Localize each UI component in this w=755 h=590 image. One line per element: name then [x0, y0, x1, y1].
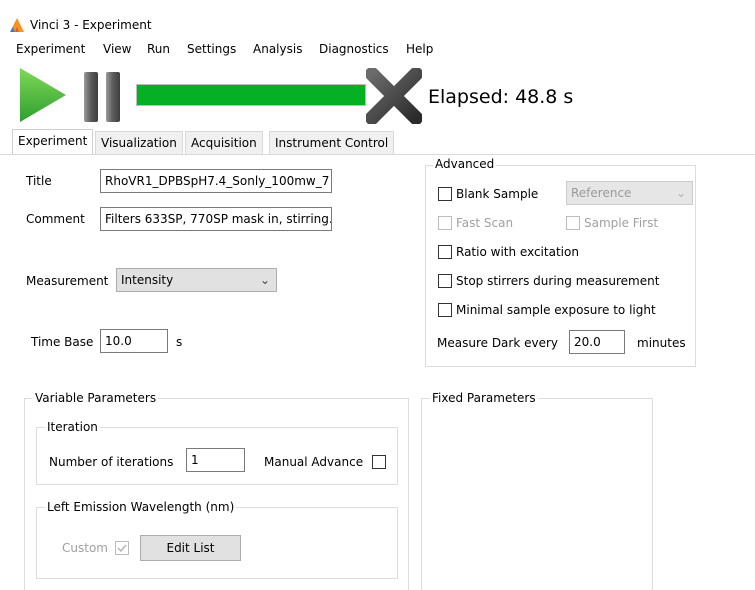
- tab-panel-border: [0, 154, 755, 155]
- sample-first-label: Sample First: [584, 216, 659, 230]
- ratio-excitation-checkbox[interactable]: [438, 245, 452, 259]
- fixed-parameters-group: [421, 398, 653, 590]
- title-input[interactable]: RhoVR1_DPBSpH7.4_Sonly_100mw_7: [100, 169, 332, 193]
- menu-experiment[interactable]: Experiment: [16, 42, 85, 56]
- chevron-down-icon: ⌄: [675, 186, 686, 200]
- menu-analysis[interactable]: Analysis: [253, 42, 302, 56]
- menu-settings[interactable]: Settings: [187, 42, 236, 56]
- fast-scan-label: Fast Scan: [456, 216, 514, 230]
- menu-run[interactable]: Run: [147, 42, 170, 56]
- tab-experiment[interactable]: Experiment: [12, 129, 94, 155]
- vinci-logo-icon: [10, 18, 24, 32]
- window-title: Vinci 3 - Experiment: [30, 18, 152, 32]
- left-emission-title: Left Emission Wavelength (nm): [45, 500, 237, 514]
- progress-fill: [137, 85, 365, 105]
- iterations-label: Number of iterations: [49, 455, 174, 469]
- minimal-exposure-label: Minimal sample exposure to light: [456, 303, 656, 317]
- iterations-input[interactable]: 1: [186, 448, 245, 472]
- comment-input[interactable]: Filters 633SP, 770SP mask in, stirring.: [100, 207, 332, 231]
- play-icon[interactable]: [16, 66, 68, 124]
- manual-advance-checkbox[interactable]: [372, 455, 386, 469]
- measurement-label: Measurement: [26, 274, 109, 288]
- iteration-group-title: Iteration: [45, 420, 100, 434]
- pause-icon[interactable]: [80, 70, 126, 124]
- variable-parameters-title: Variable Parameters: [33, 391, 159, 405]
- measure-dark-label: Measure Dark every: [437, 336, 559, 350]
- stop-stirrers-label: Stop stirrers during measurement: [456, 274, 660, 288]
- fixed-parameters-title: Fixed Parameters: [430, 391, 538, 405]
- advanced-group-title: Advanced: [433, 157, 497, 171]
- fast-scan-checkbox: [438, 216, 452, 230]
- timebase-label: Time Base: [31, 335, 94, 349]
- minimal-exposure-checkbox[interactable]: [438, 303, 452, 317]
- chevron-down-icon: ⌄: [259, 273, 270, 287]
- measure-dark-unit: minutes: [637, 336, 686, 350]
- comment-label: Comment: [26, 212, 85, 226]
- edit-list-button[interactable]: Edit List: [140, 535, 241, 561]
- custom-label: Custom: [62, 541, 108, 555]
- tab-instrument-control[interactable]: Instrument Control: [269, 131, 395, 155]
- menu-diagnostics[interactable]: Diagnostics: [319, 42, 389, 56]
- timebase-input[interactable]: 10.0: [100, 329, 168, 353]
- menu-view[interactable]: View: [103, 42, 131, 56]
- timebase-unit: s: [176, 335, 183, 349]
- title-label: Title: [26, 174, 52, 188]
- reference-select: Reference ⌄: [566, 181, 693, 205]
- tab-acquisition[interactable]: Acquisition: [185, 131, 263, 155]
- ratio-excitation-label: Ratio with excitation: [456, 245, 579, 259]
- stop-stirrers-checkbox[interactable]: [438, 274, 452, 288]
- custom-checkbox-checked-icon: [115, 541, 129, 555]
- blank-sample-label: Blank Sample: [456, 187, 539, 201]
- blank-sample-checkbox[interactable]: [438, 187, 452, 201]
- manual-advance-label: Manual Advance: [264, 455, 364, 469]
- reference-value: Reference: [571, 186, 632, 200]
- measurement-select[interactable]: Intensity ⌄: [116, 268, 277, 292]
- progress-bar: [136, 84, 366, 106]
- stop-x-icon[interactable]: [366, 68, 422, 124]
- elapsed-time: Elapsed: 48.8 s: [428, 86, 574, 108]
- tab-visualization[interactable]: Visualization: [95, 131, 183, 155]
- sample-first-checkbox: [566, 216, 580, 230]
- measure-dark-input[interactable]: 20.0: [569, 330, 625, 354]
- menu-help[interactable]: Help: [406, 42, 433, 56]
- measurement-value: Intensity: [121, 273, 174, 287]
